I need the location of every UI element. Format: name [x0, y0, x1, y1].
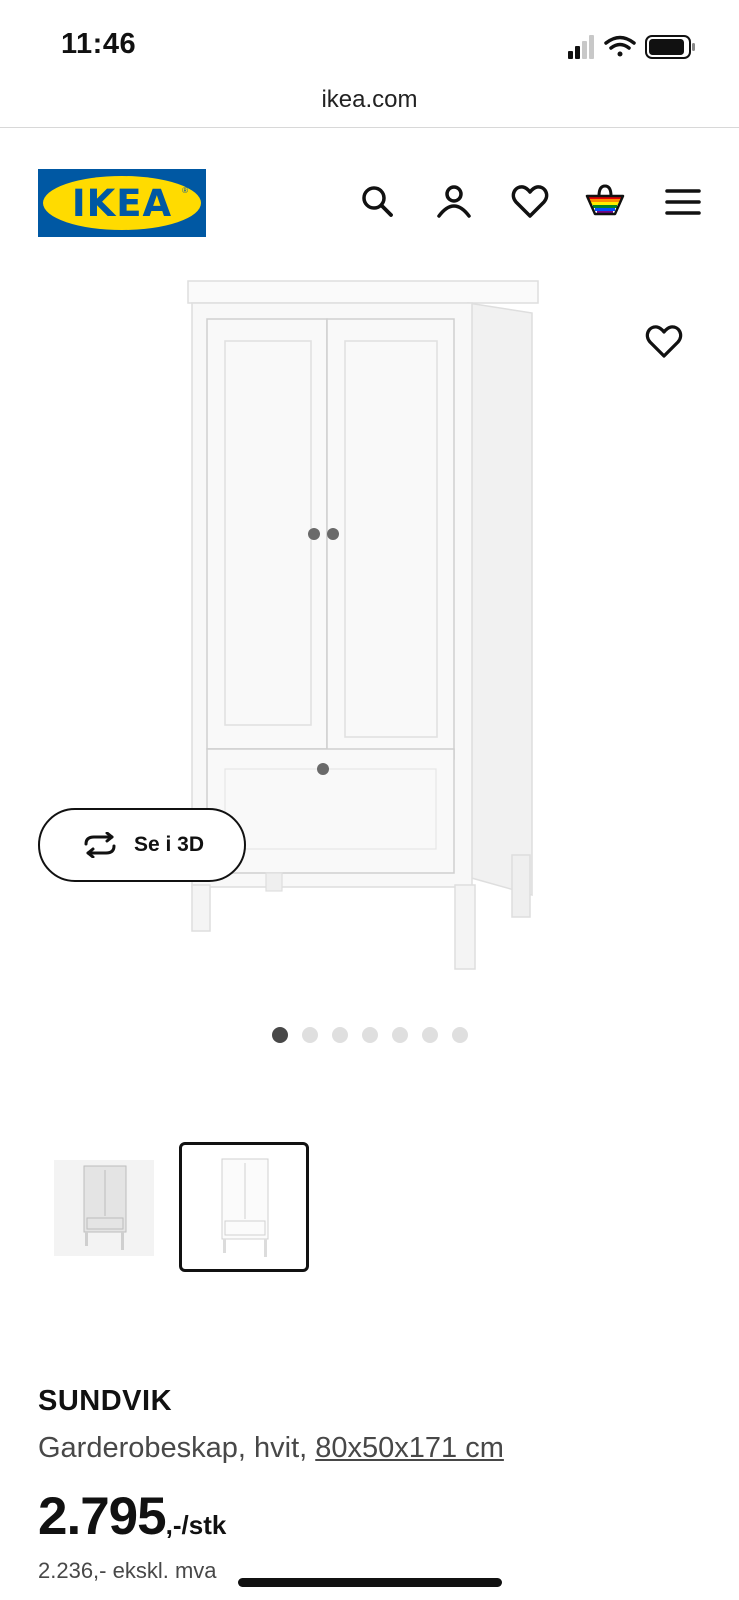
home-indicator	[238, 1578, 502, 1587]
product-image[interactable]	[180, 275, 560, 995]
shopping-bag-icon[interactable]	[585, 182, 625, 222]
carousel-dot[interactable]	[301, 1027, 318, 1043]
heart-icon[interactable]	[510, 182, 550, 222]
price-value: 2.795	[38, 1487, 167, 1546]
carousel-dots	[0, 1027, 739, 1043]
search-icon[interactable]	[358, 182, 398, 222]
menu-icon[interactable]	[663, 182, 703, 222]
thumbnail[interactable]	[54, 1160, 154, 1256]
carousel-dot[interactable]	[451, 1027, 468, 1043]
account-icon[interactable]	[434, 182, 474, 222]
product-price: 2.795,-/stk	[38, 1486, 226, 1547]
status-icons	[568, 35, 695, 59]
wifi-icon	[604, 35, 636, 57]
thumbnail-selected[interactable]	[179, 1142, 309, 1272]
product-name: SUNDVIK	[38, 1385, 173, 1417]
url-bar[interactable]: ikea.com	[0, 86, 739, 114]
carousel-dot[interactable]	[331, 1027, 348, 1043]
product-description: Garderobeskap, hvit, 80x50x171 cm	[38, 1432, 504, 1465]
carousel-dot[interactable]	[421, 1027, 438, 1043]
logo-registered-mark: ®	[182, 186, 188, 195]
product-type: Garderobeskap, hvit,	[38, 1432, 316, 1464]
ikea-logo[interactable]: IKEA ®	[38, 169, 206, 237]
thumbnail-image	[221, 1158, 269, 1257]
price-suffix: ,-/stk	[165, 1510, 227, 1540]
add-to-wishlist-icon[interactable]	[644, 322, 684, 362]
view-3d-button[interactable]: Se i 3D	[38, 808, 246, 882]
price-excl-vat: 2.236,- ekskl. mva	[38, 1558, 217, 1583]
thumbnail-image	[83, 1165, 127, 1250]
carousel-dot[interactable]	[271, 1027, 288, 1043]
rotate-3d-icon	[84, 832, 116, 858]
product-size-link[interactable]: 80x50x171 cm	[315, 1432, 504, 1464]
carousel-dot[interactable]	[391, 1027, 408, 1043]
logo-text: IKEA	[71, 182, 173, 225]
status-time: 11:46	[61, 28, 137, 60]
battery-icon	[645, 35, 695, 59]
signal-icon	[568, 35, 594, 59]
view-3d-label: Se i 3D	[133, 833, 205, 856]
divider	[0, 127, 739, 128]
carousel-dot[interactable]	[361, 1027, 378, 1043]
